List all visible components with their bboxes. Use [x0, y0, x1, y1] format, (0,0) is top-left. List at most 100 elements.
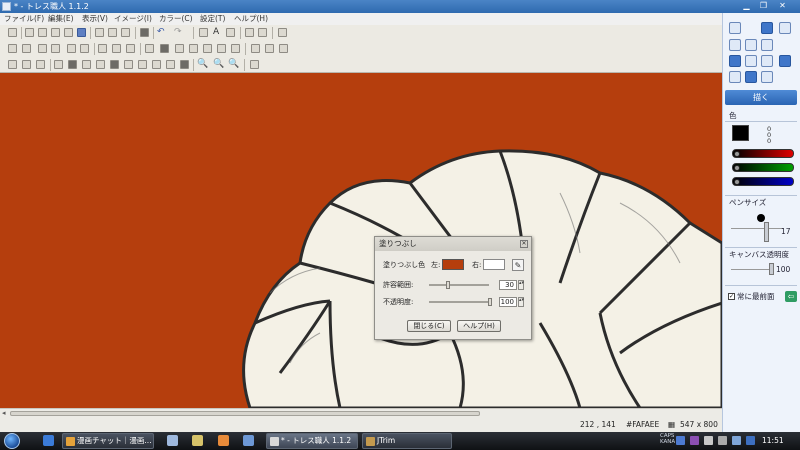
draw-button[interactable]: 描く — [725, 90, 797, 105]
invert-icon[interactable] — [110, 60, 119, 69]
menu-file[interactable]: ファイル(F) — [4, 14, 44, 24]
tolerance-input[interactable]: 30 — [499, 280, 517, 290]
mosaic-icon[interactable] — [166, 60, 175, 69]
task-manga-chat[interactable]: 漫画チャット｜漫画... — [62, 433, 154, 449]
text-tool-icon[interactable]: A — [213, 26, 219, 38]
menu-edit[interactable]: 編集(E) — [48, 14, 74, 24]
flip-v-icon[interactable] — [51, 44, 60, 53]
menu-settings[interactable]: 設定(T) — [200, 14, 225, 24]
cut-tool-icon[interactable] — [761, 55, 773, 67]
menu-help[interactable]: ヘルプ(H) — [234, 14, 268, 24]
red-slider[interactable] — [732, 149, 794, 158]
layer-copy-icon[interactable] — [36, 60, 45, 69]
split-h-icon[interactable] — [245, 28, 254, 37]
window-titlebar[interactable]: * - トレス職人 1.1.2 ▁ ❐ ✕ — [0, 0, 800, 13]
settings-icon[interactable] — [279, 44, 288, 53]
curves-icon[interactable] — [96, 60, 105, 69]
edge-icon[interactable] — [180, 60, 189, 69]
drawing-canvas[interactable] — [0, 73, 722, 408]
mono-icon[interactable] — [124, 60, 133, 69]
magic-icon[interactable] — [112, 44, 121, 53]
dialog-help-button[interactable]: ヘルプ(H) — [457, 320, 501, 332]
input-mode-indicator[interactable]: CAPS KANA — [660, 433, 675, 445]
refresh-icon[interactable] — [126, 44, 135, 53]
tray-monitor-icon[interactable] — [746, 436, 755, 445]
current-color-swatch[interactable] — [732, 125, 749, 141]
tolerance-slider[interactable] — [446, 281, 450, 289]
folder-icon[interactable] — [192, 435, 203, 446]
print-icon[interactable] — [64, 28, 73, 37]
dialog-close-button[interactable]: 閉じる(C) — [407, 320, 451, 332]
brush-icon[interactable] — [145, 44, 154, 53]
close-image-icon[interactable] — [761, 39, 773, 51]
save-icon[interactable] — [51, 28, 60, 37]
media-icon[interactable] — [218, 435, 229, 446]
right-fill-color-swatch[interactable] — [483, 259, 505, 270]
select-icon[interactable] — [8, 28, 17, 37]
always-on-top-checkbox[interactable]: ✓ — [728, 293, 735, 300]
save-tool-icon[interactable] — [761, 71, 773, 83]
posterize-icon[interactable] — [138, 60, 147, 69]
opacity-slider[interactable] — [488, 298, 492, 306]
task-jtrim[interactable]: JTrim — [362, 433, 452, 449]
undo-icon[interactable]: ↶ — [157, 26, 165, 38]
layer-icon[interactable] — [8, 60, 17, 69]
menu-color[interactable]: カラー(C) — [159, 14, 193, 24]
paste-tool-icon[interactable] — [779, 55, 791, 67]
maximize-button[interactable]: ❐ — [757, 1, 770, 12]
eyedropper-icon[interactable] — [250, 60, 259, 69]
open-icon[interactable] — [38, 28, 47, 37]
flip-h-icon[interactable] — [38, 44, 47, 53]
zoom-out-icon[interactable]: 🔍 — [228, 58, 239, 70]
copy-icon[interactable] — [108, 28, 117, 37]
crop-icon[interactable] — [80, 44, 89, 53]
dialog-titlebar[interactable]: 塗りつぶし ✕ — [375, 237, 531, 251]
adjust-icon[interactable] — [54, 60, 63, 69]
rotate-left-icon[interactable] — [8, 44, 17, 53]
network-icon[interactable] — [732, 436, 741, 445]
layout-icon[interactable] — [278, 28, 287, 37]
noise-icon[interactable] — [152, 60, 161, 69]
delete-icon[interactable] — [140, 28, 149, 37]
opacity-input[interactable]: 100 — [499, 297, 517, 307]
resize-icon[interactable] — [67, 44, 76, 53]
star-icon[interactable] — [175, 44, 184, 53]
back-arrow-icon[interactable]: ⇦ — [785, 291, 797, 302]
blur-icon[interactable] — [217, 44, 226, 53]
scroll-left-icon[interactable]: ◂ — [2, 409, 6, 418]
pen-tool-icon[interactable] — [729, 22, 741, 34]
tray-keyboard-icon[interactable] — [704, 436, 713, 445]
app-shortcut-icon[interactable] — [243, 435, 254, 446]
new-file-icon[interactable] — [25, 28, 34, 37]
opacity-spin[interactable]: ▴▾ — [518, 297, 524, 307]
horizontal-scrollbar[interactable]: ◂ — [0, 408, 722, 418]
blue-slider[interactable] — [732, 177, 794, 186]
redo-icon[interactable]: ↷ — [174, 26, 182, 38]
pattern-icon[interactable] — [189, 44, 198, 53]
eraser-icon[interactable] — [729, 39, 741, 51]
copy-tool-icon[interactable] — [745, 55, 757, 67]
explorer-icon[interactable] — [167, 435, 178, 446]
eyedropper-button[interactable]: ✎ — [512, 259, 524, 271]
rotate-right-icon[interactable] — [22, 44, 31, 53]
contrast-icon[interactable] — [68, 60, 77, 69]
tone-icon[interactable] — [203, 44, 212, 53]
ime-icon[interactable] — [676, 436, 685, 445]
minimize-button[interactable]: ▁ — [740, 1, 753, 12]
green-slider[interactable] — [732, 163, 794, 172]
cut-icon[interactable] — [95, 28, 104, 37]
clear-icon[interactable] — [745, 39, 757, 51]
fill-rect-icon[interactable] — [160, 44, 169, 53]
zoom-in-icon[interactable]: 🔍 — [213, 58, 224, 70]
preview-icon[interactable] — [77, 28, 86, 37]
close-button[interactable]: ✕ — [776, 1, 789, 12]
line-icon[interactable] — [226, 28, 235, 37]
paste-icon[interactable] — [121, 28, 130, 37]
redo-tool-icon[interactable] — [779, 22, 791, 34]
menu-image[interactable]: イメージ(I) — [114, 14, 152, 24]
move-tool-icon[interactable] — [729, 55, 741, 67]
pen-size-slider[interactable] — [764, 222, 769, 242]
levels-icon[interactable] — [82, 60, 91, 69]
lasso-icon[interactable] — [98, 44, 107, 53]
undo-tool-icon[interactable] — [761, 22, 773, 34]
